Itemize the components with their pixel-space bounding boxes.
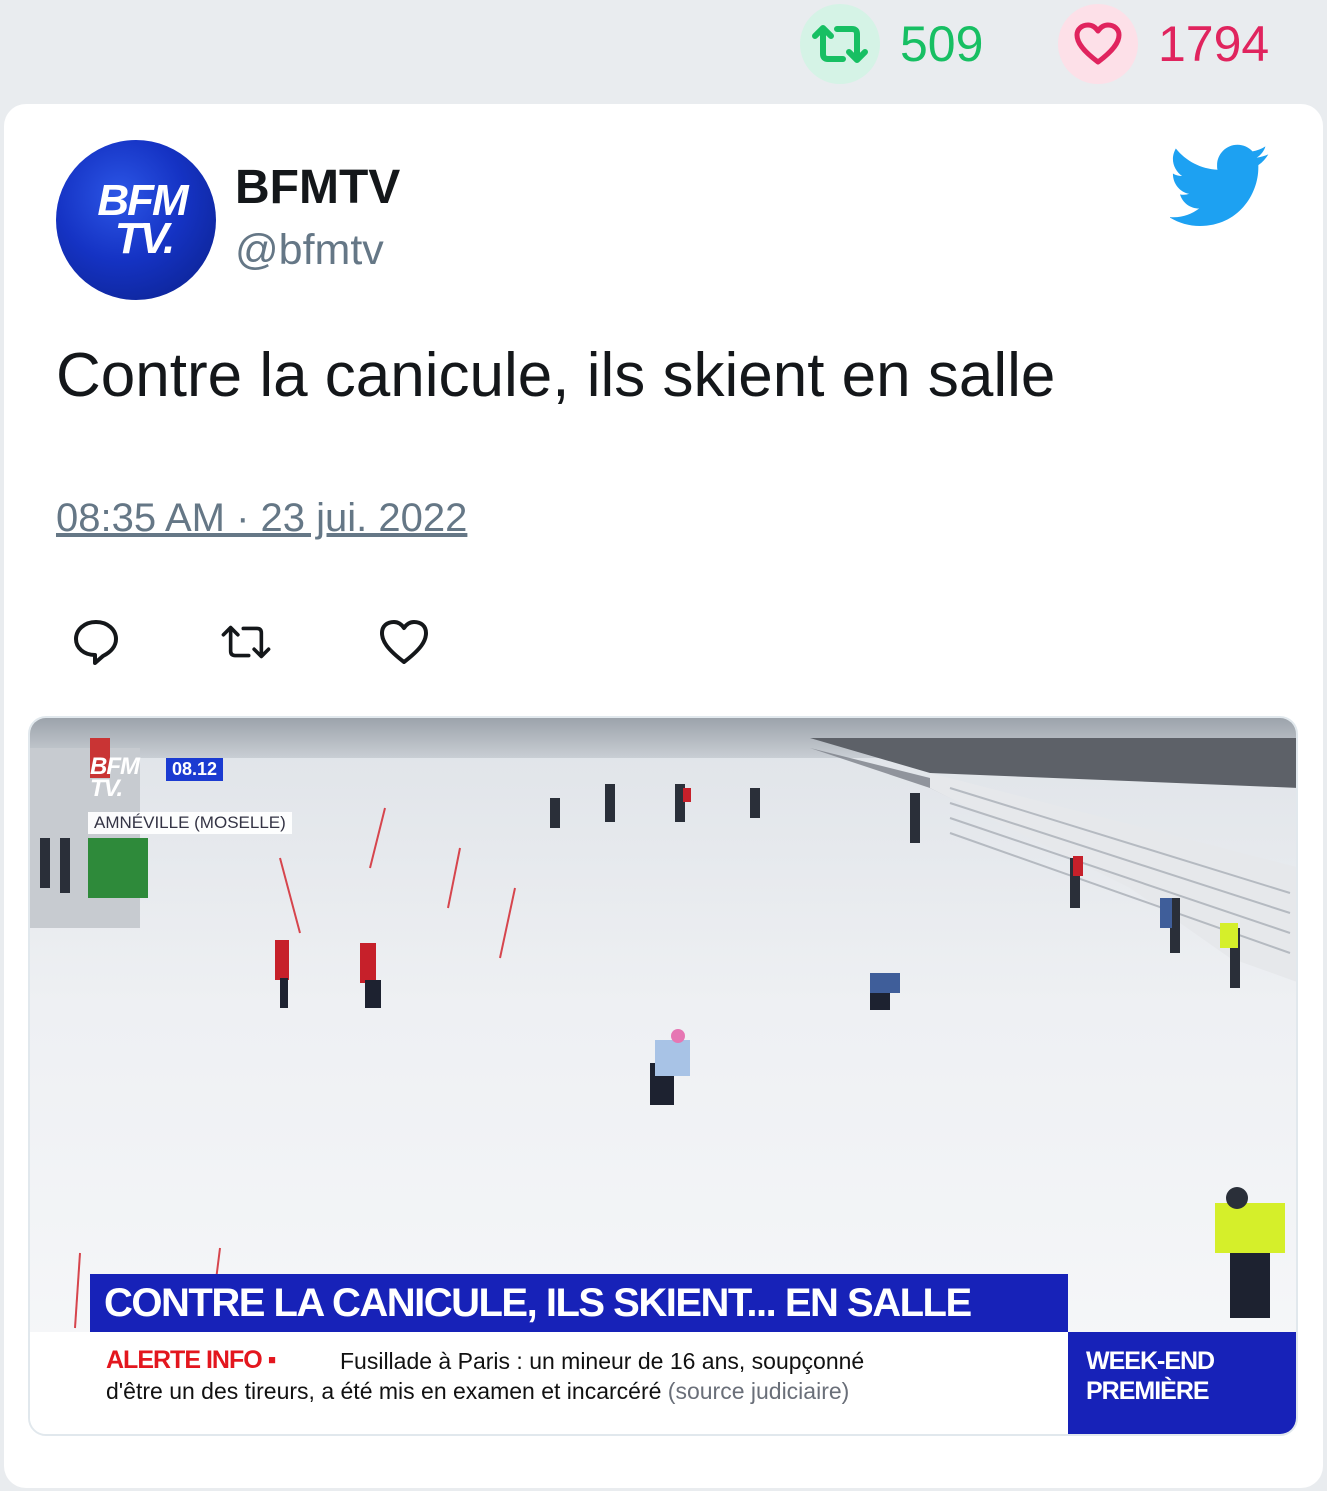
author-name[interactable]: BFMTV [235, 160, 400, 215]
engagement-stats: 509 1794 [0, 0, 1327, 100]
retweet-action-icon[interactable] [218, 614, 274, 670]
reply-icon[interactable] [68, 614, 124, 670]
like-action-icon[interactable] [376, 614, 432, 670]
alert-line-1: Fusillade à Paris : un mineur de 16 ans,… [340, 1348, 865, 1374]
alert-label: ALERTE INFO ▪ [106, 1346, 276, 1374]
channel-logo-line2: TV. [90, 775, 123, 802]
show-line-2: PREMIÈRE [1086, 1377, 1210, 1405]
alert-source: (source judiciaire) [667, 1378, 850, 1404]
news-ticker: ALERTE INFO ▪ Fusillade à Paris : un min… [30, 1332, 1068, 1434]
location-label: AMNÉVILLE (MOSELLE) [88, 812, 292, 834]
like-stat[interactable]: 1794 [1058, 4, 1269, 84]
tweet-text: Contre la canicule, ils skient en salle [56, 341, 1056, 410]
retweet-stat[interactable]: 509 [800, 4, 983, 84]
show-badge: WEEK-END PREMIÈRE [1068, 1332, 1296, 1434]
alert-line-2-text: d'être un des tireurs, a été mis en exam… [106, 1378, 662, 1404]
tweet-media-image[interactable]: BFM TV. 08.12 AMNÉVILLE (MOSELLE) CONTRE… [28, 716, 1298, 1436]
news-headline: CONTRE LA CANICULE, ILS SKIENT... EN SAL… [90, 1274, 1068, 1332]
clock-badge: 08.12 [166, 758, 224, 781]
alert-line-2: d'être un des tireurs, a été mis en exam… [106, 1378, 849, 1405]
heart-icon [1058, 4, 1138, 84]
tweet-card: BFM TV. BFMTV @bfmtv Contre la canicule,… [4, 104, 1323, 1488]
author-handle[interactable]: @bfmtv [235, 226, 384, 275]
twitter-bird-icon[interactable] [1168, 144, 1270, 228]
channel-logo: BFM TV. [90, 755, 140, 802]
like-count: 1794 [1158, 16, 1270, 72]
avatar-logo-line2: TV. [114, 214, 175, 263]
retweet-icon [800, 4, 880, 84]
show-line-1: WEEK-END [1086, 1347, 1215, 1375]
tweet-timestamp[interactable]: 08:35 AM · 23 jui. 2022 [56, 496, 467, 541]
avatar[interactable]: BFM TV. [56, 140, 216, 300]
retweet-count: 509 [900, 16, 984, 72]
